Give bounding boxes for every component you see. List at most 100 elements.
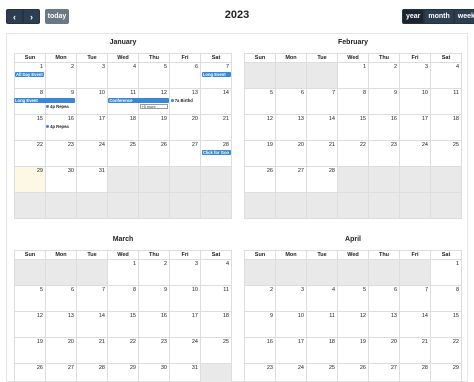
day-cell[interactable]: 25	[201, 338, 232, 364]
day-cell[interactable]: 8	[431, 286, 462, 312]
day-number[interactable]: 18	[130, 116, 136, 122]
day-number[interactable]: 5	[164, 64, 167, 70]
day-number[interactable]: 20	[298, 142, 304, 148]
day-cell[interactable]: 4	[201, 260, 232, 286]
day-number[interactable]: 25	[223, 339, 229, 345]
day-cell[interactable]: 13	[276, 115, 307, 141]
day-number[interactable]: 14	[422, 313, 428, 319]
day-number[interactable]: 8	[363, 90, 366, 96]
day-cell[interactable]	[338, 260, 369, 286]
day-number[interactable]: 14	[223, 90, 229, 96]
day-cell[interactable]: 17	[276, 338, 307, 364]
day-cell[interactable]: 18	[201, 312, 232, 338]
day-cell[interactable]: 29	[108, 364, 139, 382]
day-cell[interactable]: 10	[276, 312, 307, 338]
day-cell[interactable]: 22	[15, 141, 46, 167]
day-cell[interactable]: 28	[400, 364, 431, 382]
day-cell[interactable]: 15	[108, 312, 139, 338]
day-number[interactable]: 8	[40, 90, 43, 96]
day-cell[interactable]: 16	[245, 338, 276, 364]
day-cell[interactable]: 19	[245, 141, 276, 167]
day-number[interactable]: 31	[192, 365, 198, 371]
event-repeating[interactable]: 4p Repea	[46, 104, 75, 109]
day-cell[interactable]	[201, 364, 232, 382]
day-number[interactable]: 19	[267, 142, 273, 148]
more-events-link[interactable]: +5 more	[139, 104, 168, 109]
day-cell[interactable]: 24	[77, 141, 108, 167]
day-cell[interactable]: 21	[201, 115, 232, 141]
day-number[interactable]: 1	[363, 64, 366, 70]
day-number[interactable]: 22	[130, 339, 136, 345]
day-number[interactable]: 15	[37, 116, 43, 122]
day-cell[interactable]: 29	[15, 167, 46, 193]
day-cell[interactable]	[46, 193, 77, 219]
day-number[interactable]: 17	[298, 339, 304, 345]
day-cell[interactable]: 22	[108, 338, 139, 364]
day-cell[interactable]: 30	[46, 167, 77, 193]
day-number[interactable]: 3	[301, 287, 304, 293]
day-number[interactable]: 7	[425, 287, 428, 293]
day-number[interactable]: 20	[391, 339, 397, 345]
day-number[interactable]: 19	[161, 116, 167, 122]
day-cell[interactable]: 13	[369, 312, 400, 338]
day-number[interactable]: 8	[456, 287, 459, 293]
event-long-event[interactable]: Long Event	[14, 98, 76, 103]
day-cell[interactable]: 14	[400, 312, 431, 338]
day-number[interactable]: 26	[161, 142, 167, 148]
day-number[interactable]: 15	[130, 313, 136, 319]
day-cell[interactable]: 18	[108, 115, 139, 141]
day-number[interactable]: 16	[68, 116, 74, 122]
day-cell[interactable]: 27	[170, 141, 201, 167]
day-number[interactable]: 5	[270, 90, 273, 96]
day-cell[interactable]	[431, 167, 462, 193]
view-month-button[interactable]: month	[424, 9, 454, 24]
day-number[interactable]: 7	[226, 64, 229, 70]
day-cell[interactable]: 25	[108, 141, 139, 167]
day-number[interactable]: 10	[192, 287, 198, 293]
day-number[interactable]: 21	[99, 339, 105, 345]
day-cell[interactable]: 25	[431, 141, 462, 167]
day-cell[interactable]	[245, 63, 276, 89]
day-cell[interactable]	[369, 167, 400, 193]
day-cell[interactable]	[276, 63, 307, 89]
day-number[interactable]: 4	[226, 261, 229, 267]
day-number[interactable]: 23	[391, 142, 397, 148]
day-cell[interactable]: 6	[369, 286, 400, 312]
day-cell[interactable]: 2	[139, 260, 170, 286]
day-number[interactable]: 26	[267, 168, 273, 174]
day-number[interactable]: 10	[99, 90, 105, 96]
day-cell[interactable]: 20	[276, 141, 307, 167]
day-number[interactable]: 18	[329, 339, 335, 345]
event-conference[interactable]: Conference	[108, 98, 169, 103]
day-number[interactable]: 10	[298, 313, 304, 319]
day-cell[interactable]: 28	[77, 364, 108, 382]
day-number[interactable]: 12	[161, 90, 167, 96]
day-cell[interactable]: 13	[46, 312, 77, 338]
day-cell[interactable]: 5	[139, 63, 170, 89]
day-number[interactable]: 24	[298, 365, 304, 371]
day-number[interactable]: 17	[99, 116, 105, 122]
day-number[interactable]: 9	[71, 90, 74, 96]
day-number[interactable]: 24	[192, 339, 198, 345]
day-cell[interactable]: 6	[276, 89, 307, 115]
day-cell[interactable]: 3	[276, 286, 307, 312]
day-number[interactable]: 23	[267, 365, 273, 371]
day-number[interactable]: 19	[37, 339, 43, 345]
day-cell[interactable]: 22	[338, 141, 369, 167]
day-number[interactable]: 23	[68, 142, 74, 148]
day-number[interactable]: 17	[422, 116, 428, 122]
day-cell[interactable]	[46, 260, 77, 286]
day-number[interactable]: 15	[453, 313, 459, 319]
day-number[interactable]: 28	[329, 168, 335, 174]
day-number[interactable]: 4	[456, 64, 459, 70]
day-number[interactable]: 6	[195, 64, 198, 70]
day-cell[interactable]: 15	[15, 115, 46, 141]
day-cell[interactable]: 18	[431, 115, 462, 141]
day-number[interactable]: 31	[99, 168, 105, 174]
day-number[interactable]: 3	[102, 64, 105, 70]
day-cell[interactable]	[108, 167, 139, 193]
day-cell[interactable]: 20	[369, 338, 400, 364]
day-cell[interactable]: 26	[139, 141, 170, 167]
day-number[interactable]: 27	[298, 168, 304, 174]
day-number[interactable]: 16	[161, 313, 167, 319]
